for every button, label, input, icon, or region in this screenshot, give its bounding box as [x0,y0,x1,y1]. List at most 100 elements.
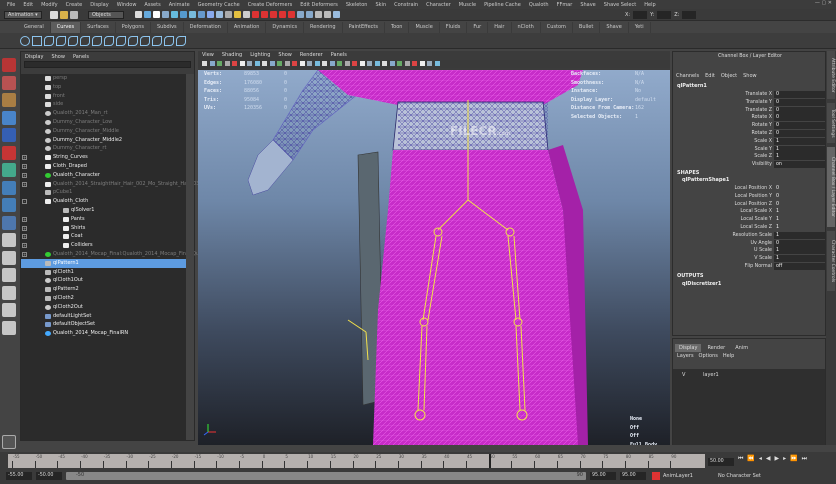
open-scene-icon[interactable] [60,11,68,19]
shelf-tab-surfaces[interactable]: Surfaces [81,22,116,33]
curve-curve-tool-icon[interactable] [56,36,66,46]
menu-constrain[interactable]: Constrain [390,2,422,8]
shelf-tab-dynamics[interactable]: Dynamics [266,22,305,33]
outliner-item[interactable]: defaultLightSet [21,312,187,321]
3d-view[interactable]: FILECR.com Verts: 89853 0 Edges: 176080 0 Face… [198,70,670,445]
channel-row[interactable]: Local Position X0 [673,185,827,193]
x-field[interactable] [633,11,648,19]
start-time-field[interactable]: -55.00 [6,472,32,480]
status-tool-icon[interactable] [162,11,169,18]
channel-value[interactable]: off [774,263,827,270]
new-scene-icon[interactable] [50,11,58,19]
channel-value[interactable]: 0 [774,106,827,114]
go-to-start-button[interactable]: ⏮ [738,455,743,463]
range-end-field[interactable]: 95.00 [590,472,616,480]
shelf-tab-subdivs[interactable]: Subdivs [151,22,184,33]
channel-value[interactable]: on [774,161,827,169]
show-menu[interactable]: Show [743,73,757,79]
tab-anim[interactable]: Anim [731,344,752,352]
menu-muscle[interactable]: Muscle [455,2,480,8]
viewport-tool-icon[interactable] [232,61,237,66]
rotate-tool-icon[interactable] [2,128,16,142]
menu-character[interactable]: Character [422,2,455,8]
channel-row[interactable]: Translate Z0 [673,106,827,115]
layout-graph-icon[interactable] [2,303,16,317]
channel-row[interactable]: Rotate Y0 [673,122,827,130]
channel-value[interactable]: 1 [774,247,827,255]
viewport-tool-icon[interactable] [247,61,252,66]
outliner-item[interactable]: qlSolver1 [21,206,187,215]
outliner-item[interactable]: Dummy_Character_Middle2 [21,136,187,145]
outliner-item[interactable]: Qualoth_2014_Man_rt [21,109,187,118]
menu-help[interactable]: Help [640,2,659,8]
layers-menu[interactable]: Layers [677,353,694,359]
layout-four-icon[interactable] [2,250,16,265]
status-tool-icon[interactable] [252,11,259,18]
outliner-item[interactable]: front [21,92,187,101]
channel-row[interactable]: Local Position Y0 [673,193,827,201]
viewport-tool-icon[interactable] [284,61,290,66]
viewport-tool-icon[interactable] [389,61,395,66]
channel-row[interactable]: Local Scale Y1 [673,216,827,224]
step-back-frame-button[interactable]: ◂ [759,455,762,463]
viewport-menu-panels[interactable]: Panels [331,52,347,59]
status-tool-icon[interactable] [288,11,295,18]
outliner-item[interactable]: qlCloth2 [21,294,187,303]
side-tab[interactable]: Character Controls [827,231,835,291]
viewport-tool-icon[interactable] [367,61,372,66]
options-menu[interactable]: Options [699,353,718,359]
channel-value[interactable]: 0 [774,239,827,247]
status-tool-icon[interactable] [234,11,241,18]
time-slider[interactable]: -55 -50 -45 -40 -35 -30 -25 -20 -15 -10 -5 0 5 10 15 20… [8,454,705,468]
expand-toggle[interactable]: + [22,251,27,257]
side-tab[interactable]: Attribute Editor [827,51,835,99]
menu-shave-select[interactable]: Shave Select [600,2,640,8]
outliner-item[interactable]: qlCloth1Out [21,276,187,285]
status-tool-icon[interactable] [297,11,304,18]
help-menu[interactable]: Help [723,353,734,359]
outliner-item[interactable]: qlCloth1 [21,268,187,277]
status-tool-icon[interactable] [333,11,340,18]
channel-value[interactable]: 0 [774,114,827,122]
layout-single-icon[interactable] [2,233,16,247]
wave-curve-tool-icon[interactable] [140,36,150,46]
outliner-item[interactable]: + Pants [21,215,187,224]
menu-shave[interactable]: Shave [576,2,599,8]
menu-display[interactable]: Display [86,2,112,8]
status-tool-icon[interactable] [315,11,322,18]
viewport-tool-icon[interactable] [314,61,320,66]
channel-value[interactable]: 1 [774,153,827,161]
viewport-menu-lighting[interactable]: Lighting [250,52,270,59]
shelf-tab-custom[interactable]: Custom [541,22,573,33]
outliner-item[interactable]: pCube1 [21,188,187,197]
channel-value[interactable]: 1 [774,231,827,239]
channel-row[interactable]: Scale Z1 [673,153,827,161]
outliner-item[interactable]: - Qualoth_Cloth [21,197,187,206]
status-tool-icon[interactable] [216,11,223,18]
layout-persp-outliner-icon[interactable] [2,285,16,300]
channel-value[interactable]: 0 [774,91,827,98]
viewport-tool-icon[interactable] [337,61,342,66]
status-tool-icon[interactable] [189,11,196,18]
channel-row[interactable]: Local Position Z0 [673,201,827,209]
outliner-scrollbar[interactable] [186,74,194,440]
status-tool-icon[interactable] [270,11,277,18]
viewport-tool-icon[interactable] [397,61,402,66]
menu-qualoth[interactable]: Qualoth [525,2,553,8]
expand-toggle[interactable]: + [22,216,27,222]
viewport-tool-icon[interactable] [239,61,245,66]
channel-row[interactable]: Rotate Z0 [673,130,827,138]
viewport-tool-icon[interactable] [427,61,432,66]
soft-mod-icon[interactable] [2,180,16,195]
channel-row[interactable]: Flip Normal off [673,263,827,271]
menu-pipeline-cache[interactable]: Pipeline Cache [480,2,525,8]
status-tool-icon[interactable] [135,11,142,18]
channel-row[interactable]: Scale Y1 [673,145,827,154]
select-tool-icon[interactable] [2,58,16,72]
layer-visibility-toggle[interactable]: V [682,372,685,378]
arc-curve-tool-icon[interactable] [68,36,78,46]
outliner-menu-display[interactable]: Display [25,54,43,60]
outliner-item[interactable]: Dummy_Character_Low [21,118,187,127]
viewport-menu-renderer[interactable]: Renderer [300,52,323,59]
shelf-tab-fur[interactable]: Fur [467,22,489,33]
